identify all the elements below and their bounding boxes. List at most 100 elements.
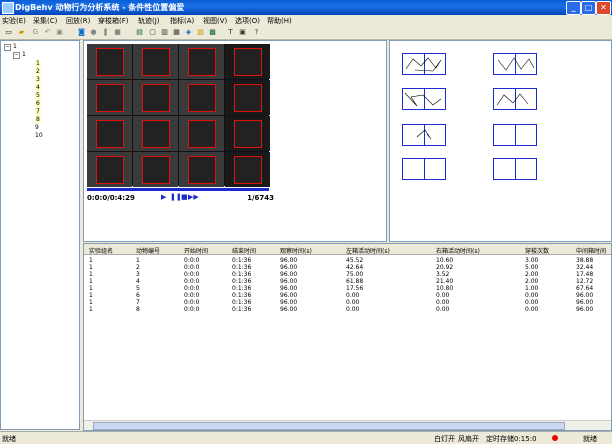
tree-item-3[interactable]: 3 xyxy=(35,76,41,83)
trajectory-box xyxy=(402,124,446,146)
experiment-tree: −1 −1 1 2 3 4 5 6 7 8 9 10 xyxy=(0,40,80,430)
menu-experiment[interactable]: 实验(E) xyxy=(2,16,26,26)
col-observe-time[interactable]: 观察时间(s) xyxy=(280,246,312,255)
video-panel: 0:0:0/0:4:29 ▶ ❚❚ ■ ▶▶ 1/6743 xyxy=(83,40,387,242)
table-header: 实验组名 动物编号 开始时间 结束时间 观察时间(s) 左箱活动时间(s) 右箱… xyxy=(84,244,611,255)
record-icon[interactable]: ● xyxy=(89,28,98,37)
horizontal-scrollbar[interactable] xyxy=(84,420,611,430)
menu-shuttle-box[interactable]: 穿梭箱(F) xyxy=(98,16,129,26)
close-button[interactable]: ✕ xyxy=(596,1,611,15)
tree-item-9[interactable]: 9 xyxy=(35,124,39,131)
document-icon[interactable]: ▦ xyxy=(172,28,181,37)
results-table: 实验组名 动物编号 开始时间 结束时间 观察时间(s) 左箱活动时间(s) 右箱… xyxy=(83,243,612,431)
monitor-icon[interactable]: ▢ xyxy=(148,28,157,37)
camera-cell[interactable] xyxy=(179,116,224,151)
camera-cell[interactable] xyxy=(133,44,178,79)
menu-options[interactable]: 选项(O) xyxy=(235,16,260,26)
filter-icon[interactable]: T xyxy=(226,28,235,37)
col-end-time[interactable]: 结束时间 xyxy=(232,246,256,255)
trajectory-box xyxy=(493,158,537,180)
stop-icon[interactable]: ■ xyxy=(113,28,122,37)
camera-cell[interactable] xyxy=(179,80,224,115)
camera-cell[interactable] xyxy=(225,44,270,79)
tree-item-10[interactable]: 10 xyxy=(35,132,43,139)
playback-progress-bar[interactable] xyxy=(87,188,269,191)
menu-capture[interactable]: 采集(C) xyxy=(33,16,57,26)
minimize-button[interactable]: _ xyxy=(566,1,581,15)
window-title: DigBehv 动物行为分析系统 - 条件性位置偏爱 xyxy=(15,3,185,12)
col-group-name[interactable]: 实验组名 xyxy=(89,246,113,255)
trajectory-box xyxy=(493,88,537,110)
menu-view[interactable]: 视图(V) xyxy=(203,16,227,26)
copy-icon[interactable]: ▣ xyxy=(55,28,64,37)
tree-item-5[interactable]: 5 xyxy=(35,92,41,99)
camera-cell[interactable] xyxy=(133,80,178,115)
tree-item-4[interactable]: 4 xyxy=(35,84,41,91)
excel-icon[interactable]: ▩ xyxy=(208,28,217,37)
capture-icon[interactable]: ◙ xyxy=(77,28,86,37)
print-icon[interactable]: ▣ xyxy=(238,28,247,37)
tree-item-6[interactable]: 6 xyxy=(35,100,41,107)
tree-group[interactable]: −1 xyxy=(13,51,26,59)
refresh-icon[interactable]: G xyxy=(31,28,40,37)
camera-cell[interactable] xyxy=(87,152,132,187)
camera-grid xyxy=(87,44,270,187)
menu-replay[interactable]: 回放(R) xyxy=(66,16,90,26)
table-row[interactable]: 1 1 0:0:0 0:1:36 96.00 45.52 10.60 3.00 38.88 xyxy=(84,257,611,264)
stop-button[interactable]: ■ xyxy=(181,193,188,201)
col-animal-id[interactable]: 动物编号 xyxy=(136,246,160,255)
menu-metrics[interactable]: 指标(A) xyxy=(170,16,194,26)
status-bar: 就绪 白灯开 风扇开 定时存储0:15:0 就绪 xyxy=(0,431,612,444)
scrollbar-thumb[interactable] xyxy=(93,422,565,430)
tree-item-1[interactable]: 1 xyxy=(35,60,41,67)
tree-item-7[interactable]: 7 xyxy=(35,108,41,115)
pause-icon[interactable]: ❚ xyxy=(101,28,110,37)
table-row[interactable]: 1 7 0:0:0 0:1:36 96.00 0.00 0.00 0.00 96.00 xyxy=(84,299,611,306)
table-row[interactable]: 1 8 0:0:0 0:1:36 96.00 0.00 0.00 0.00 96.00 xyxy=(84,306,611,313)
tree-item-8[interactable]: 8 xyxy=(35,116,41,123)
trajectory-box xyxy=(402,53,446,75)
pause-button[interactable]: ❚❚ xyxy=(170,193,182,201)
app-icon xyxy=(2,2,14,14)
camera-cell[interactable] xyxy=(225,116,270,151)
table-row[interactable]: 1 3 0:0:0 0:1:36 96.00 75.00 3.52 2.00 17.48 xyxy=(84,271,611,278)
fast-forward-button[interactable]: ▶▶ xyxy=(188,193,199,201)
camera-cell[interactable] xyxy=(225,80,270,115)
tree-root[interactable]: −1 xyxy=(4,43,17,51)
tree-item-2[interactable]: 2 xyxy=(35,68,41,75)
col-shuttle-count[interactable]: 穿梭次数 xyxy=(525,246,549,255)
calendar-icon[interactable]: ▨ xyxy=(196,28,205,37)
camera-cell[interactable] xyxy=(179,44,224,79)
menu-track[interactable]: 轨迹(J) xyxy=(138,16,160,26)
camera-cell[interactable] xyxy=(87,116,132,151)
chart-icon[interactable]: ▥ xyxy=(160,28,169,37)
camera-cell[interactable] xyxy=(133,152,178,187)
export-icon[interactable]: ▤ xyxy=(135,28,144,37)
table-row[interactable]: 1 5 0:0:0 0:1:36 96.00 17.56 10.80 1.00 67.64 xyxy=(84,285,611,292)
col-middle-box-time[interactable]: 中间箱时间 xyxy=(576,246,606,255)
table-row[interactable]: 1 6 0:0:0 0:1:36 96.00 0.00 0.00 0.00 96.00 xyxy=(84,292,611,299)
frame-counter: 1/6743 xyxy=(247,194,274,202)
maximize-button[interactable]: □ xyxy=(581,1,596,15)
trajectory-box xyxy=(402,158,446,180)
undo-icon[interactable]: ↶ xyxy=(43,28,52,37)
record-indicator-icon xyxy=(552,435,558,441)
menu-help[interactable]: 帮助(H) xyxy=(267,16,292,26)
play-button[interactable]: ▶ xyxy=(161,193,166,201)
camera-cell[interactable] xyxy=(87,44,132,79)
camera-cell[interactable] xyxy=(225,152,270,187)
col-left-box-time[interactable]: 左箱活动时间(s) xyxy=(346,246,390,255)
open-folder-icon[interactable]: ▰ xyxy=(17,28,26,37)
settings-icon[interactable]: ◈ xyxy=(184,28,193,37)
camera-cell[interactable] xyxy=(133,116,178,151)
help-icon[interactable]: ? xyxy=(252,28,261,37)
playback-time: 0:0:0/0:4:29 xyxy=(87,194,135,202)
camera-cell[interactable] xyxy=(179,152,224,187)
new-file-icon[interactable]: ▭ xyxy=(4,28,13,37)
col-start-time[interactable]: 开始时间 xyxy=(184,246,208,255)
col-right-box-time[interactable]: 右箱活动时间(s) xyxy=(436,246,480,255)
camera-cell[interactable] xyxy=(87,80,132,115)
trajectory-box xyxy=(493,124,537,146)
table-row[interactable]: 1 4 0:0:0 0:1:36 96.00 61.88 21.40 2.00 12.72 xyxy=(84,278,611,285)
table-row[interactable]: 1 2 0:0:0 0:1:36 96.00 42.64 20.92 5.00 32.44 xyxy=(84,264,611,271)
